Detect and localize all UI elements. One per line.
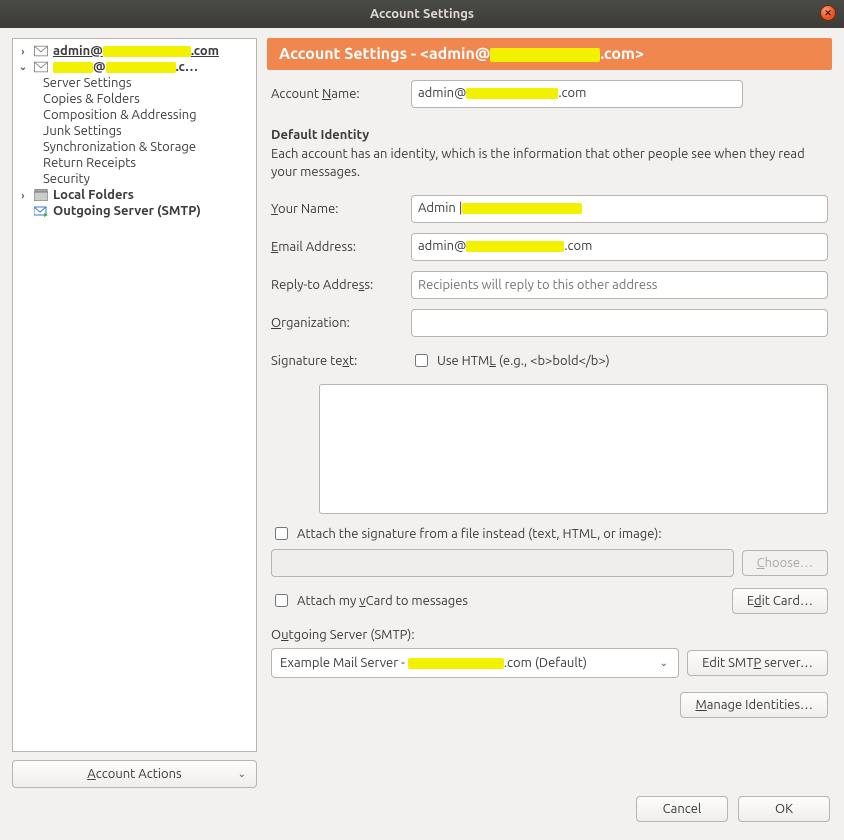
- chevron-right-icon[interactable]: ›: [17, 190, 29, 201]
- pane-header: Account Settings - <admin@.com>: [267, 38, 832, 70]
- reply-to-label: Reply-to Address:: [271, 278, 401, 292]
- account-actions-label: Account Actions: [87, 767, 181, 781]
- chevron-down-icon: ⌄: [238, 768, 246, 780]
- dialog-footer: Cancel OK: [0, 788, 844, 830]
- ok-button[interactable]: OK: [738, 796, 830, 822]
- organization-label: Organization:: [271, 316, 401, 330]
- tree-item-server-settings[interactable]: Server Settings: [15, 75, 254, 91]
- account-label: admin@.com: [53, 44, 219, 58]
- chevron-down-icon[interactable]: ⌄: [17, 61, 29, 73]
- smtp-server-select[interactable]: Example Mail Server - .com (Default) ⌄: [271, 648, 679, 678]
- account-name-label: Account Name:: [271, 87, 401, 101]
- email-input[interactable]: [411, 233, 828, 261]
- organization-input[interactable]: [411, 309, 828, 337]
- chevron-right-icon[interactable]: ›: [17, 46, 29, 57]
- attach-file-checkbox[interactable]: Attach the signature from a file instead…: [271, 524, 828, 543]
- account-tree[interactable]: › admin@.com ⌄ @.c… Server Settings Co: [12, 38, 257, 752]
- smtp-selected-value: Example Mail Server - .com (Default): [280, 656, 587, 670]
- your-name-label: Your Name:: [271, 202, 401, 216]
- account-node-2[interactable]: ⌄ @.c…: [15, 59, 254, 75]
- envelope-icon: [33, 61, 49, 73]
- attach-vcard-label: Attach my vCard to messages: [297, 594, 468, 608]
- use-html-checkbox[interactable]: Use HTML (e.g., <b>bold</b>): [411, 351, 610, 370]
- archive-icon: [33, 189, 49, 201]
- send-icon: [33, 205, 49, 217]
- tree-item-receipts[interactable]: Return Receipts: [15, 155, 254, 171]
- attach-file-label: Attach the signature from a file instead…: [297, 527, 662, 541]
- content-pane: Account Settings - <admin@.com> Account …: [267, 38, 832, 788]
- sidebar: › admin@.com ⌄ @.c… Server Settings Co: [12, 38, 257, 788]
- close-icon[interactable]: ✕: [820, 5, 836, 21]
- your-name-input[interactable]: [411, 195, 828, 223]
- window-titlebar: Account Settings ✕: [0, 0, 844, 28]
- outgoing-server-node[interactable]: Outgoing Server (SMTP): [15, 203, 254, 219]
- manage-identities-button[interactable]: Manage Identities…: [680, 692, 828, 718]
- edit-smtp-button[interactable]: Edit SMTP server…: [687, 650, 828, 676]
- tree-item-sync[interactable]: Synchronization & Storage: [15, 139, 254, 155]
- account-label: @.c…: [53, 60, 198, 74]
- local-folders-node[interactable]: › Local Folders: [15, 187, 254, 203]
- account-name-input[interactable]: [411, 80, 743, 108]
- signature-file-path: [271, 549, 734, 577]
- edit-card-button[interactable]: Edit Card…: [732, 588, 828, 614]
- reply-to-input[interactable]: [411, 271, 828, 299]
- choose-file-button: Choose…: [742, 550, 828, 576]
- account-node-1[interactable]: › admin@.com: [15, 43, 254, 59]
- cancel-button[interactable]: Cancel: [636, 796, 728, 822]
- tree-item-security[interactable]: Security: [15, 171, 254, 187]
- identity-section-title: Default Identity: [271, 128, 828, 142]
- signature-label: Signature text:: [271, 354, 401, 368]
- attach-vcard-checkbox[interactable]: Attach my vCard to messages: [271, 591, 468, 610]
- tree-item-copies-folders[interactable]: Copies & Folders: [15, 91, 254, 107]
- tree-item-junk[interactable]: Junk Settings: [15, 123, 254, 139]
- smtp-label: Outgoing Server (SMTP):: [271, 628, 828, 642]
- envelope-icon: [33, 45, 49, 57]
- signature-textarea[interactable]: [319, 384, 828, 514]
- chevron-down-icon: ⌄: [660, 657, 668, 669]
- tree-item-composition[interactable]: Composition & Addressing: [15, 107, 254, 123]
- use-html-label: Use HTML (e.g., <b>bold</b>): [437, 354, 610, 368]
- identity-section-desc: Each account has an identity, which is t…: [271, 146, 828, 181]
- account-actions-dropdown[interactable]: Account Actions ⌄: [12, 760, 257, 788]
- email-label: Email Address:: [271, 240, 401, 254]
- window-title: Account Settings: [370, 7, 474, 21]
